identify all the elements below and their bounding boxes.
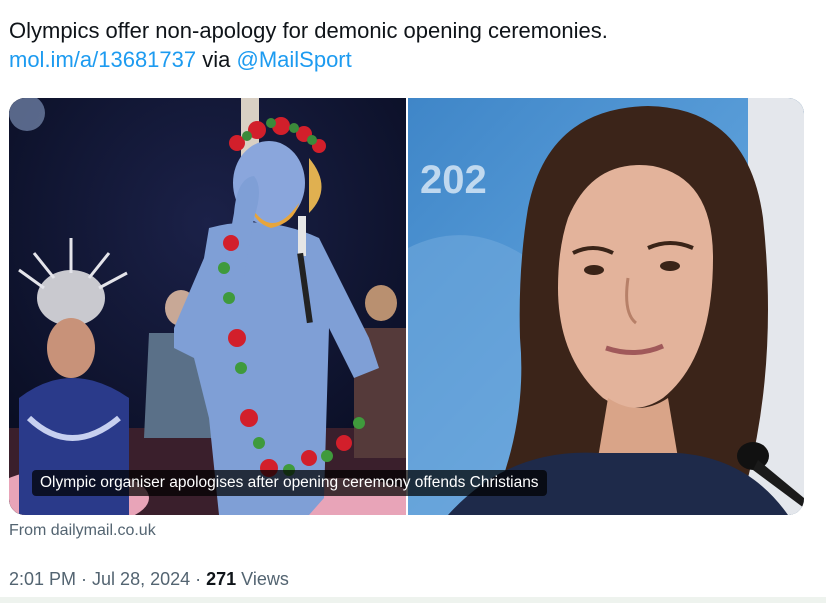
card-caption: Olympic organiser apologises after openi…	[32, 470, 547, 496]
tweet-link-line: mol.im/a/13681737 via @MailSport	[9, 45, 809, 74]
tweet-time[interactable]: 2:01 PM	[9, 569, 76, 589]
link-card[interactable]: 202 Olympic organiser apologises after o…	[9, 98, 804, 515]
via-text: via	[196, 47, 237, 72]
background-year-text: 202	[420, 158, 487, 202]
tweet-date[interactable]: Jul 28, 2024	[92, 569, 190, 589]
tweet-meta: 2:01 PM · Jul 28, 2024 · 271 Views	[9, 569, 289, 590]
ceremony-image	[9, 98, 406, 515]
meta-separator: ·	[76, 569, 93, 589]
article-link[interactable]: mol.im/a/13681737	[9, 47, 196, 72]
views-count: 271	[206, 569, 237, 589]
press-conference-image: 202	[408, 98, 804, 515]
views-label: Views	[236, 569, 289, 589]
meta-separator: ·	[190, 569, 207, 589]
mention-link[interactable]: @MailSport	[236, 47, 351, 72]
bottom-border	[0, 597, 826, 603]
tweet-text-line: Olympics offer non-apology for demonic o…	[9, 18, 608, 43]
tweet-text: Olympics offer non-apology for demonic o…	[9, 16, 809, 74]
card-source[interactable]: From dailymail.co.uk	[9, 522, 156, 540]
